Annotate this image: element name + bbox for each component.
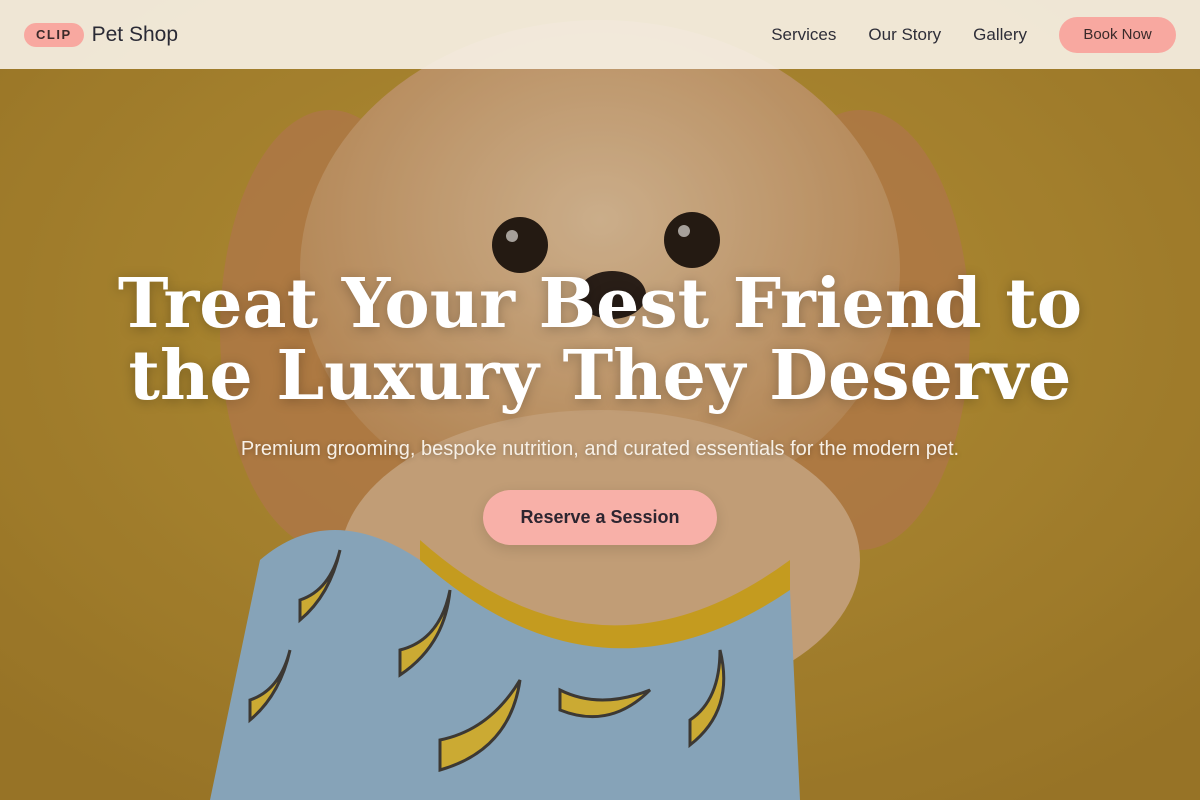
hero-headline-line2: the Luxury They Deserve <box>128 336 1072 416</box>
reserve-session-button[interactable]: Reserve a Session <box>483 490 717 545</box>
hero-subheadline: Premium grooming, bespoke nutrition, and… <box>240 438 960 460</box>
hero-headline: Treat Your Best Friend to the Luxury The… <box>100 268 1100 412</box>
navbar: CLIP Pet Shop Services Our Story Gallery… <box>0 0 1200 69</box>
nav-links: Services Our Story Gallery Book Now <box>771 16 1176 53</box>
nav-link-our-story[interactable]: Our Story <box>868 25 941 45</box>
nav-link-gallery[interactable]: Gallery <box>973 25 1027 45</box>
brand-name: Pet Shop <box>91 22 179 46</box>
brand-badge: CLIP <box>24 22 84 47</box>
hero-headline-line1: Treat Your Best Friend to <box>117 264 1083 344</box>
book-now-button[interactable]: Book Now <box>1059 16 1176 53</box>
nav-link-services[interactable]: Services <box>771 25 836 45</box>
brand[interactable]: CLIP Pet Shop <box>24 22 179 47</box>
